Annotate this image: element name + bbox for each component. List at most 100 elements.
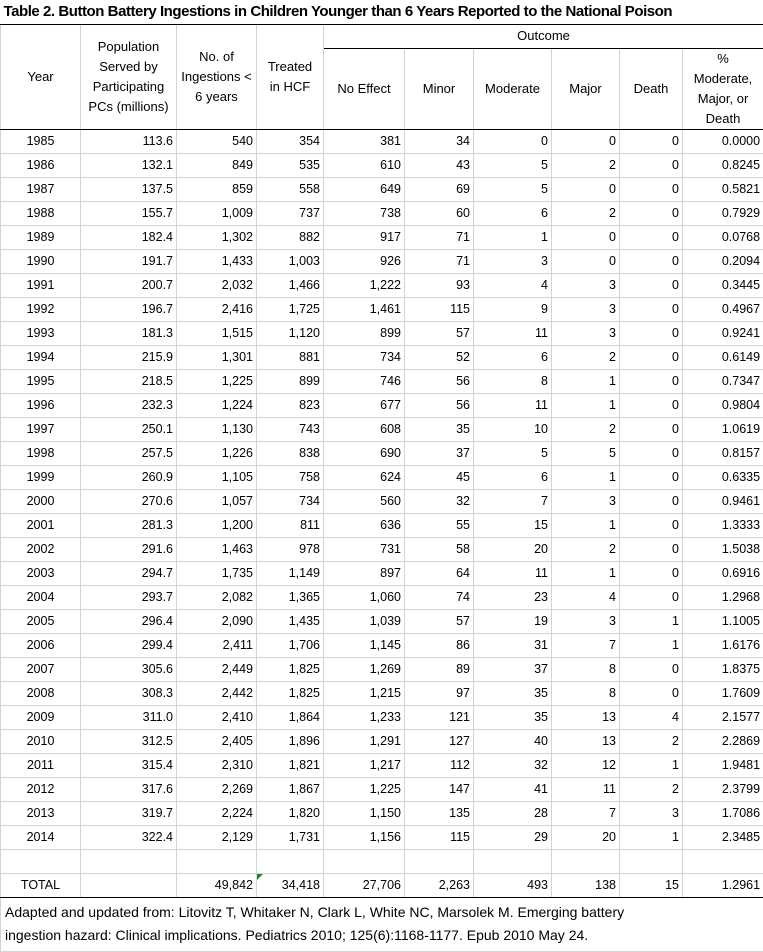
- empty-cell: [620, 849, 683, 873]
- cell-population: 281.3: [81, 513, 177, 537]
- cell-minor: 57: [405, 609, 474, 633]
- cell-major: 2: [552, 153, 620, 177]
- cell-ingestions: 2,416: [177, 297, 257, 321]
- cell-major: 3: [552, 297, 620, 321]
- cell-ingestions: 2,082: [177, 585, 257, 609]
- cell-ingestions: 2,310: [177, 753, 257, 777]
- cell-major: 0: [552, 129, 620, 153]
- cell-pct-moderate-major-death: 0.5821: [683, 177, 763, 201]
- header-label-line: Death: [706, 111, 741, 126]
- cell-death: 0: [620, 273, 683, 297]
- cell-death: 0: [620, 129, 683, 153]
- empty-row: [1, 849, 763, 873]
- cell-no-effect: 677: [324, 393, 405, 417]
- table-body: 1985113.6540354381340000.00001986132.184…: [1, 129, 763, 897]
- cell-major: 1: [552, 393, 620, 417]
- cell-major: 5: [552, 441, 620, 465]
- cell-year: 2003: [1, 561, 81, 585]
- table-row: 2001281.31,2008116365515101.3333: [1, 513, 763, 537]
- cell-major: 1: [552, 561, 620, 585]
- cell-no-effect: 1,150: [324, 801, 405, 825]
- cell-death: 0: [620, 465, 683, 489]
- table-row: 1995218.51,225899746568100.7347: [1, 369, 763, 393]
- cell-no-effect: 1,217: [324, 753, 405, 777]
- cell-moderate: 4: [474, 273, 552, 297]
- header-label-line: Population: [98, 39, 159, 54]
- cell-ingestions: 1,105: [177, 465, 257, 489]
- cell-minor: 69: [405, 177, 474, 201]
- cell-year: 2002: [1, 537, 81, 561]
- total-death: 15: [620, 873, 683, 897]
- cell-moderate: 32: [474, 753, 552, 777]
- cell-pct-moderate-major-death: 1.3333: [683, 513, 763, 537]
- cell-population: 270.6: [81, 489, 177, 513]
- cell-no-effect: 926: [324, 249, 405, 273]
- cell-treated: 1,365: [257, 585, 324, 609]
- cell-ingestions: 2,442: [177, 681, 257, 705]
- cell-population: 312.5: [81, 729, 177, 753]
- cell-moderate: 11: [474, 393, 552, 417]
- cell-moderate: 6: [474, 465, 552, 489]
- header-label-line: Moderate: [485, 81, 540, 96]
- table-row: 1988155.71,009737738606200.7929: [1, 201, 763, 225]
- cell-death: 1: [620, 753, 683, 777]
- header-label-line: PCs (millions): [88, 99, 168, 114]
- cell-minor: 60: [405, 201, 474, 225]
- table-row: 2007305.62,4491,8251,2698937801.8375: [1, 657, 763, 681]
- cell-population: 181.3: [81, 321, 177, 345]
- cell-moderate: 31: [474, 633, 552, 657]
- cell-year: 1991: [1, 273, 81, 297]
- cell-death: 0: [620, 561, 683, 585]
- cell-major: 3: [552, 321, 620, 345]
- cell-major: 8: [552, 681, 620, 705]
- table-row: 2009311.02,4101,8641,233121351342.1577: [1, 705, 763, 729]
- cell-minor: 112: [405, 753, 474, 777]
- cell-ingestions: 1,515: [177, 321, 257, 345]
- cell-population: 182.4: [81, 225, 177, 249]
- cell-pct-moderate-major-death: 0.9461: [683, 489, 763, 513]
- cell-minor: 64: [405, 561, 474, 585]
- cell-ingestions: 2,411: [177, 633, 257, 657]
- cell-no-effect: 649: [324, 177, 405, 201]
- cell-major: 3: [552, 273, 620, 297]
- cell-major: 7: [552, 801, 620, 825]
- total-population: [81, 873, 177, 897]
- cell-moderate: 37: [474, 657, 552, 681]
- cell-major: 8: [552, 657, 620, 681]
- cell-minor: 97: [405, 681, 474, 705]
- cell-death: 1: [620, 825, 683, 849]
- cell-population: 232.3: [81, 393, 177, 417]
- cell-no-effect: 636: [324, 513, 405, 537]
- footnote-line: Adapted and updated from: Litovitz T, Wh…: [5, 904, 624, 920]
- cell-no-effect: 897: [324, 561, 405, 585]
- cell-treated: 1,149: [257, 561, 324, 585]
- cell-treated: 899: [257, 369, 324, 393]
- cell-major: 12: [552, 753, 620, 777]
- cell-no-effect: 690: [324, 441, 405, 465]
- header-label-line: Participating: [93, 79, 165, 94]
- cell-major: 2: [552, 417, 620, 441]
- cell-pct-moderate-major-death: 1.1005: [683, 609, 763, 633]
- cell-ingestions: 2,090: [177, 609, 257, 633]
- total-major: 138: [552, 873, 620, 897]
- cell-pct-moderate-major-death: 1.6176: [683, 633, 763, 657]
- header-label-line: %: [717, 51, 729, 66]
- cell-treated: 558: [257, 177, 324, 201]
- cell-year: 2007: [1, 657, 81, 681]
- cell-ingestions: 1,463: [177, 537, 257, 561]
- cell-treated: 1,896: [257, 729, 324, 753]
- header-no-effect: No Effect: [324, 48, 405, 129]
- cell-death: 3: [620, 801, 683, 825]
- cell-treated: 978: [257, 537, 324, 561]
- cell-year: 1998: [1, 441, 81, 465]
- cell-minor: 57: [405, 321, 474, 345]
- cell-moderate: 6: [474, 345, 552, 369]
- table-row: 1991200.72,0321,4661,222934300.3445: [1, 273, 763, 297]
- cell-year: 2008: [1, 681, 81, 705]
- table-row: 1993181.31,5151,1208995711300.9241: [1, 321, 763, 345]
- total-pct-moderate-major-death: 1.2961: [683, 873, 763, 897]
- empty-cell: [683, 849, 763, 873]
- cell-major: 4: [552, 585, 620, 609]
- cell-minor: 71: [405, 225, 474, 249]
- cell-pct-moderate-major-death: 2.1577: [683, 705, 763, 729]
